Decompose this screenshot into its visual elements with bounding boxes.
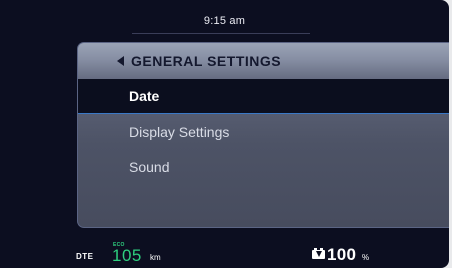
panel-header[interactable]: GENERAL SETTINGS: [78, 43, 449, 79]
range-value: 105: [112, 246, 142, 265]
settings-menu: Date Display Settings Sound: [78, 79, 449, 184]
dte-label: DTE: [76, 252, 94, 261]
clock-divider: [132, 33, 310, 34]
battery-charging-icon: [312, 248, 325, 259]
menu-item-label: Sound: [129, 158, 170, 175]
menu-item-date[interactable]: Date: [78, 79, 449, 114]
panel-title: GENERAL SETTINGS: [131, 53, 282, 69]
menu-item-label: Date: [129, 88, 160, 104]
clock: 9:15 am: [203, 15, 246, 27]
range-unit: km: [150, 253, 161, 262]
menu-item-label: Display Settings: [129, 123, 230, 140]
menu-item-sound[interactable]: Sound: [78, 149, 449, 184]
status-footer: DTE ECO 105 km 100 %: [0, 240, 449, 268]
back-arrow-icon[interactable]: [117, 56, 124, 66]
general-settings-panel: GENERAL SETTINGS Date Display Settings S…: [77, 42, 449, 228]
battery-unit: %: [362, 253, 370, 262]
menu-item-display-settings[interactable]: Display Settings: [78, 114, 449, 149]
battery-percentage: 100: [327, 245, 357, 264]
instrument-display: 9:15 am GENERAL SETTINGS Date Display Se…: [0, 0, 449, 268]
